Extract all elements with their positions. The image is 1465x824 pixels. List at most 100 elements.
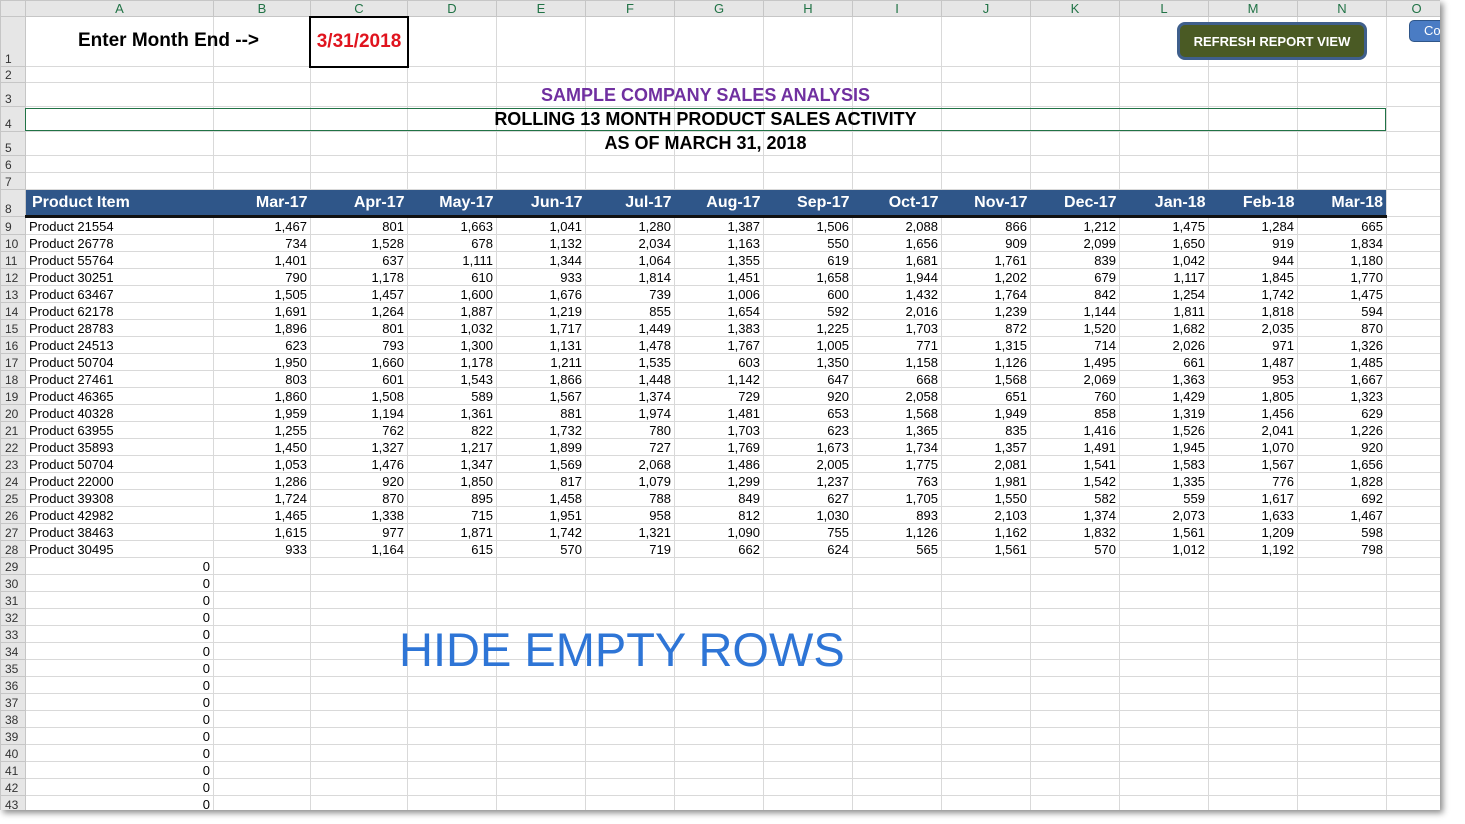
value-cell[interactable]: 1,299 (674, 472, 764, 490)
cell[interactable] (496, 795, 586, 810)
row-header[interactable]: 8 (0, 189, 26, 217)
value-cell[interactable]: 1,401 (213, 251, 311, 269)
cell[interactable] (585, 778, 675, 796)
empty-row-value-cell[interactable]: 0 (25, 710, 214, 728)
value-cell[interactable]: 1,387 (674, 216, 764, 235)
value-cell[interactable]: 592 (763, 302, 853, 320)
cell[interactable] (1386, 387, 1440, 405)
value-cell[interactable]: 1,448 (585, 370, 675, 388)
row-header[interactable]: 43 (0, 795, 26, 810)
cell[interactable] (496, 778, 586, 796)
cell[interactable] (1297, 591, 1387, 609)
row-header[interactable]: 11 (0, 251, 26, 269)
value-cell[interactable]: 1,495 (1030, 353, 1120, 371)
cell[interactable] (852, 642, 942, 660)
cell[interactable] (1386, 693, 1440, 711)
value-cell[interactable]: 1,658 (763, 268, 853, 286)
cell[interactable] (852, 16, 942, 67)
value-cell[interactable]: 1,526 (1119, 421, 1209, 439)
cell[interactable] (674, 155, 764, 173)
value-cell[interactable]: 1,663 (407, 216, 497, 235)
value-cell[interactable]: 651 (941, 387, 1031, 405)
value-cell[interactable]: 1,254 (1119, 285, 1209, 303)
value-cell[interactable]: 1,583 (1119, 455, 1209, 473)
value-cell[interactable]: 1,090 (674, 523, 764, 541)
cell[interactable] (585, 172, 675, 190)
cell[interactable] (496, 16, 586, 67)
value-cell[interactable]: 1,079 (585, 472, 675, 490)
value-cell[interactable]: 1,732 (496, 421, 586, 439)
value-cell[interactable]: 920 (763, 387, 853, 405)
value-cell[interactable]: 1,600 (407, 285, 497, 303)
value-cell[interactable]: 594 (1297, 302, 1387, 320)
cell[interactable] (1386, 625, 1440, 643)
cell[interactable] (213, 710, 311, 728)
cell[interactable] (1119, 693, 1209, 711)
cell[interactable] (585, 795, 675, 810)
cell[interactable] (941, 608, 1031, 626)
cell[interactable] (674, 574, 764, 592)
cell[interactable] (1030, 591, 1120, 609)
value-cell[interactable]: 1,767 (674, 336, 764, 354)
cell[interactable] (674, 744, 764, 762)
empty-row-value-cell[interactable]: 0 (25, 744, 214, 762)
column-header-G[interactable]: G (674, 0, 764, 17)
cell[interactable] (1119, 778, 1209, 796)
value-cell[interactable]: 776 (1208, 472, 1298, 490)
value-cell[interactable]: 662 (674, 540, 764, 558)
value-cell[interactable]: 1,041 (496, 216, 586, 235)
cell[interactable] (1386, 778, 1440, 796)
cell[interactable] (941, 574, 1031, 592)
value-cell[interactable]: 2,035 (1208, 319, 1298, 337)
product-name-cell[interactable]: Product 42982 (25, 506, 214, 524)
cell[interactable] (1386, 574, 1440, 592)
cell[interactable] (407, 676, 497, 694)
cell[interactable] (941, 155, 1031, 173)
value-cell[interactable]: 1,363 (1119, 370, 1209, 388)
value-cell[interactable]: 661 (1119, 353, 1209, 371)
cell[interactable] (310, 659, 408, 677)
cell[interactable] (213, 557, 311, 575)
value-cell[interactable]: 1,569 (496, 455, 586, 473)
value-cell[interactable]: 1,158 (852, 353, 942, 371)
cell[interactable] (1297, 744, 1387, 762)
value-cell[interactable]: 1,327 (310, 438, 408, 456)
value-cell[interactable]: 2,073 (1119, 506, 1209, 524)
cell[interactable] (1030, 625, 1120, 643)
value-cell[interactable]: 2,034 (585, 234, 675, 252)
cell[interactable] (852, 155, 942, 173)
cell[interactable] (310, 778, 408, 796)
cell[interactable] (310, 761, 408, 779)
cell[interactable] (1030, 172, 1120, 190)
row-header[interactable]: 6 (0, 155, 26, 173)
value-cell[interactable]: 1,465 (213, 506, 311, 524)
cell[interactable] (674, 66, 764, 83)
value-cell[interactable]: 1,951 (496, 506, 586, 524)
value-cell[interactable]: 665 (1297, 216, 1387, 235)
value-cell[interactable]: 1,323 (1297, 387, 1387, 405)
cell[interactable] (1030, 66, 1120, 83)
cell[interactable] (1208, 591, 1298, 609)
cell[interactable] (407, 172, 497, 190)
cell[interactable] (1386, 285, 1440, 303)
cell[interactable] (1386, 455, 1440, 473)
value-cell[interactable]: 570 (496, 540, 586, 558)
value-cell[interactable]: 1,416 (1030, 421, 1120, 439)
value-cell[interactable]: 1,633 (1208, 506, 1298, 524)
cell[interactable] (1297, 172, 1387, 190)
cell[interactable] (213, 727, 311, 745)
cell[interactable] (674, 172, 764, 190)
value-cell[interactable]: 1,568 (941, 370, 1031, 388)
cell[interactable] (763, 591, 853, 609)
value-cell[interactable]: 570 (1030, 540, 1120, 558)
value-cell[interactable]: 1,335 (1119, 472, 1209, 490)
cell[interactable] (1386, 744, 1440, 762)
cell[interactable] (1386, 761, 1440, 779)
cell[interactable] (852, 608, 942, 626)
value-cell[interactable]: 1,717 (496, 319, 586, 337)
value-cell[interactable]: 1,217 (407, 438, 497, 456)
value-cell[interactable]: 1,691 (213, 302, 311, 320)
cell[interactable] (1386, 189, 1440, 217)
cell[interactable] (1386, 608, 1440, 626)
value-cell[interactable]: 953 (1208, 370, 1298, 388)
